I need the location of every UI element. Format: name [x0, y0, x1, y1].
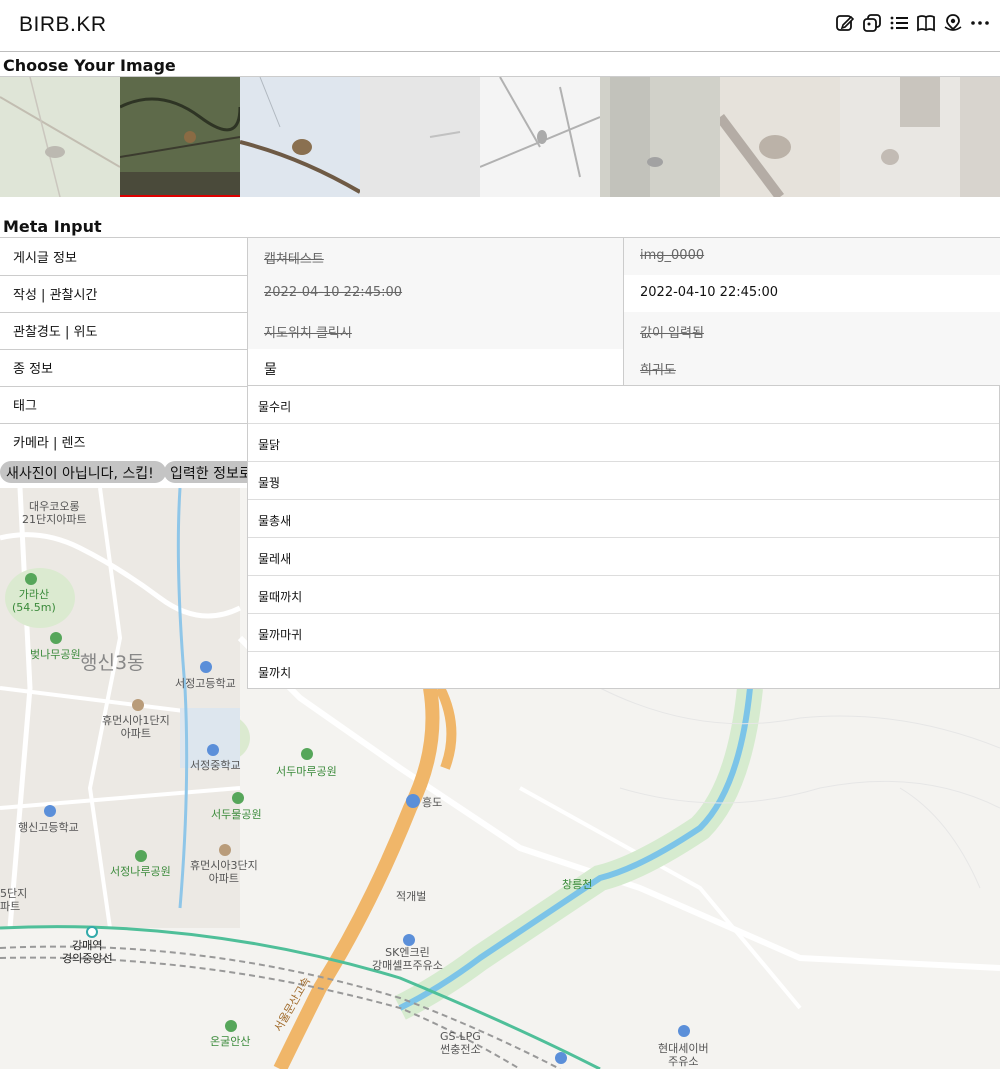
image-strip — [0, 76, 1000, 197]
map-label-apartment: 휴먼시아3단지 아파트 — [190, 859, 258, 885]
meta-row-label: 작성 | 관찰시간 — [13, 288, 98, 303]
choose-image-heading: Choose Your Image — [3, 56, 176, 75]
meta-row-label: 게시글 정보 — [13, 251, 77, 266]
observed-time-input[interactable]: 2022-04-10 22:45:00 — [623, 275, 1000, 312]
written-time-input[interactable]: 2022-04-10 22:45:00 — [247, 275, 624, 312]
map-label-gas-station: GS-LPG 썬충전소 — [440, 1030, 481, 1056]
meta-row-label: 카메라 | 렌즈 — [13, 436, 86, 451]
map-label-interchange: 흥도 — [422, 796, 443, 809]
gallery-icon[interactable] — [861, 12, 882, 34]
map-label-stream: 창릉천 — [562, 878, 593, 891]
submit-button[interactable]: 입력한 정보로 — [164, 461, 254, 483]
dropdown-option[interactable]: 물닭 — [248, 424, 999, 462]
book-icon[interactable] — [915, 12, 936, 34]
meta-row-location: 관찰경도 | 위도 지도위치 클릭시 값이 입력됨 — [0, 312, 1000, 350]
image-thumbnail[interactable] — [720, 77, 840, 197]
meta-row-label: 종 정보 — [13, 362, 54, 377]
image-thumbnail-selected[interactable] — [120, 77, 240, 197]
meta-row-time: 작성 | 관찰시간 2022-04-10 22:45:00 2022-04-10… — [0, 275, 1000, 313]
meta-row-post-info: 게시글 정보 캡쳐테스트 img_0000 — [0, 238, 1000, 276]
image-name-input[interactable]: img_0000 — [623, 238, 1000, 275]
map-label-park: 서두마루공원 — [276, 765, 337, 778]
map-label-apartment: 휴먼시아1단지 아파트 — [102, 714, 170, 740]
dropdown-option[interactable]: 물총새 — [248, 500, 999, 538]
image-thumbnail[interactable] — [600, 77, 720, 197]
map-label-apartment: 5단지 파트 — [0, 887, 28, 913]
meta-input-heading: Meta Input — [3, 217, 102, 236]
more-icon[interactable] — [969, 12, 990, 34]
image-thumbnail[interactable] — [0, 77, 120, 197]
map-label-school: 서정중학교 — [190, 759, 241, 772]
species-autocomplete-dropdown: 물수리 물닭 물꿩 물총새 물레새 물때까치 물까마귀 물까치 — [247, 385, 1000, 689]
map-label-school: 행신고등학교 — [18, 821, 79, 834]
dropdown-option[interactable]: 물꿩 — [248, 462, 999, 500]
meta-table: 게시글 정보 캡쳐테스트 img_0000 작성 | 관찰시간 2022-04-… — [0, 237, 1000, 451]
app-title[interactable]: BIRB.KR — [19, 13, 107, 37]
list-icon[interactable] — [888, 12, 909, 34]
image-thumbnail[interactable] — [360, 77, 480, 197]
map-label-place: 적개벌 — [396, 890, 427, 903]
map-label-gas-station: 현대세이버 주유소 — [658, 1042, 709, 1068]
map-label-school: 서정고등학교 — [175, 677, 236, 690]
dropdown-option[interactable]: 물때까치 — [248, 576, 999, 614]
map-label-park: 서정나루공원 — [110, 865, 171, 878]
meta-row-species: 종 정보 물 희귀도 — [0, 349, 1000, 387]
map-label-mountain: 온굴안산 — [210, 1035, 251, 1048]
image-thumbnail[interactable] — [960, 77, 1000, 197]
map-label-park: 벚나무공원 — [30, 648, 81, 661]
latitude-input[interactable]: 값이 입력됨 — [623, 312, 1000, 349]
image-thumbnail[interactable] — [480, 77, 600, 197]
map-label-mountain: 가라산 (54.5m) — [12, 588, 56, 614]
dropdown-option[interactable]: 물수리 — [248, 386, 999, 424]
species-input[interactable]: 물 — [247, 349, 624, 386]
dropdown-option[interactable]: 물레새 — [248, 538, 999, 576]
dropdown-option[interactable]: 물까마귀 — [248, 614, 999, 652]
header-icon-group — [834, 12, 990, 34]
top-bar: BIRB.KR — [0, 0, 1000, 52]
dropdown-option[interactable]: 물까치 — [248, 652, 999, 690]
rarity-input[interactable]: 희귀도 — [623, 349, 1000, 386]
post-title-input[interactable]: 캡쳐테스트 — [247, 238, 624, 275]
longitude-input[interactable]: 지도위치 클릭시 — [247, 312, 624, 349]
map-label-apartment: 대우코오롱 21단지아파트 — [22, 500, 87, 526]
edit-icon[interactable] — [834, 12, 855, 34]
meta-row-label: 관찰경도 | 위도 — [13, 325, 98, 340]
meta-row-label: 태그 — [13, 399, 37, 414]
map-label-station: 강매역 경의중앙선 — [62, 939, 113, 965]
skip-button[interactable]: 새사진이 아닙니다, 스킵! — [0, 461, 166, 483]
map-label-district: 행신3동 — [80, 652, 145, 674]
image-thumbnail[interactable] — [240, 77, 360, 197]
map-pin-icon[interactable] — [942, 12, 963, 34]
map-label-park: 서두물공원 — [211, 808, 262, 821]
map-label-gas-station: SK엔크린 강매셀프주유소 — [372, 946, 443, 972]
image-thumbnail[interactable] — [840, 77, 960, 197]
